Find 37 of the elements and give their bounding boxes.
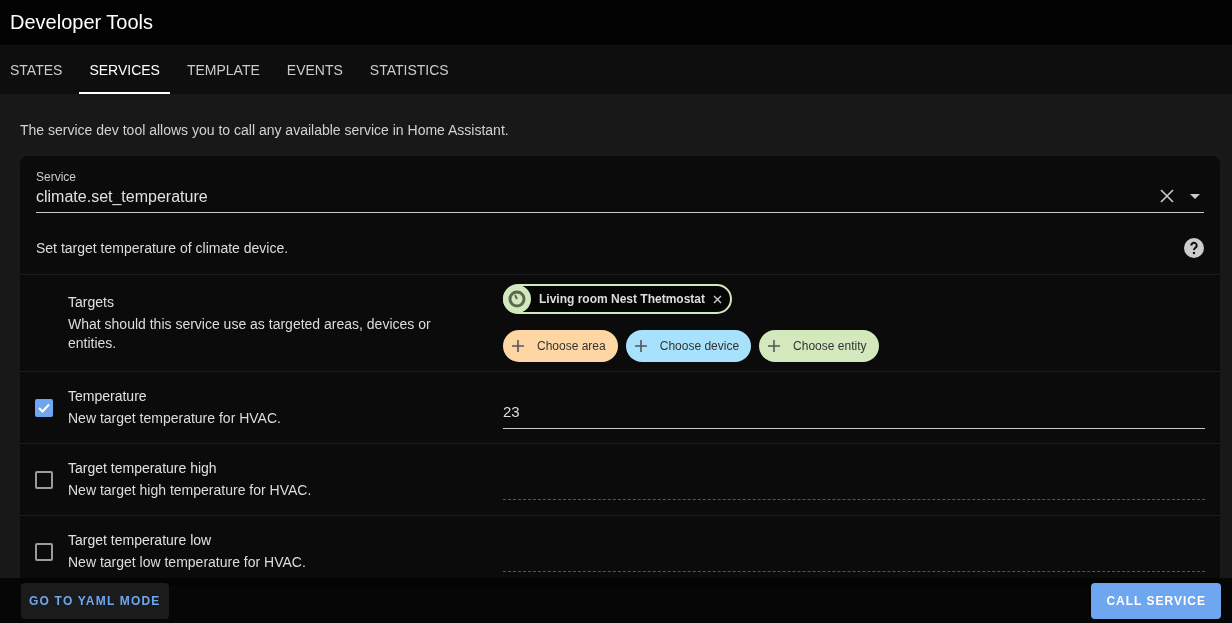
service-description: Set target temperature of climate device. bbox=[36, 240, 289, 256]
checkbox[interactable] bbox=[35, 470, 53, 489]
plus-icon bbox=[767, 339, 782, 353]
field-description: New target low temperature for HVAC. bbox=[68, 553, 307, 572]
field-name: Targets bbox=[68, 293, 115, 312]
close-icon[interactable] bbox=[713, 294, 722, 304]
field-description: New target high temperature for HVAC. bbox=[68, 481, 313, 500]
field-label: Service bbox=[36, 170, 77, 184]
thermostat-icon bbox=[503, 285, 531, 313]
tab[interactable]: TEMPLATE bbox=[176, 45, 270, 94]
help-icon[interactable] bbox=[1184, 238, 1204, 258]
field-name: Temperature bbox=[68, 387, 148, 406]
field-description: New target temperature for HVAC. bbox=[68, 409, 282, 428]
choose-button[interactable]: Choose entity bbox=[759, 330, 879, 362]
dropdown-icon[interactable] bbox=[1190, 194, 1200, 199]
service-field[interactable]: Service climate.set_temperature bbox=[36, 156, 1204, 213]
choose-button[interactable]: Choose device bbox=[625, 330, 752, 362]
field-name: Target temperature low bbox=[68, 531, 213, 550]
tab[interactable]: EVENTS bbox=[276, 45, 353, 94]
plus-icon bbox=[511, 339, 525, 353]
choose-button[interactable]: Choose area bbox=[503, 330, 618, 362]
tab[interactable]: SERVICES bbox=[79, 45, 170, 94]
field-description: What should this service use as targeted areas, devices or entities. bbox=[68, 315, 432, 353]
plus-icon bbox=[633, 339, 648, 353]
tab[interactable]: STATISTICS bbox=[359, 45, 459, 94]
checkbox[interactable] bbox=[35, 398, 53, 417]
yaml-mode-button[interactable]: GO TO YAML MODE bbox=[21, 582, 169, 619]
intro-text: The service dev tool allows you to call any available service in Home Assistant. bbox=[20, 122, 510, 138]
field-value: climate.set_temperature bbox=[36, 188, 209, 206]
input-field[interactable]: 23 bbox=[503, 403, 1205, 429]
page-title: Developer Tools bbox=[10, 11, 154, 34]
field-name: Target temperature high bbox=[68, 459, 218, 478]
tab[interactable]: STATES bbox=[0, 45, 73, 94]
clear-icon[interactable] bbox=[1160, 189, 1174, 203]
chip-label: Living room Nest Thetmostat bbox=[539, 292, 705, 306]
checkbox[interactable] bbox=[35, 542, 53, 561]
target-chip[interactable]: Living room Nest Thetmostat bbox=[503, 284, 732, 314]
